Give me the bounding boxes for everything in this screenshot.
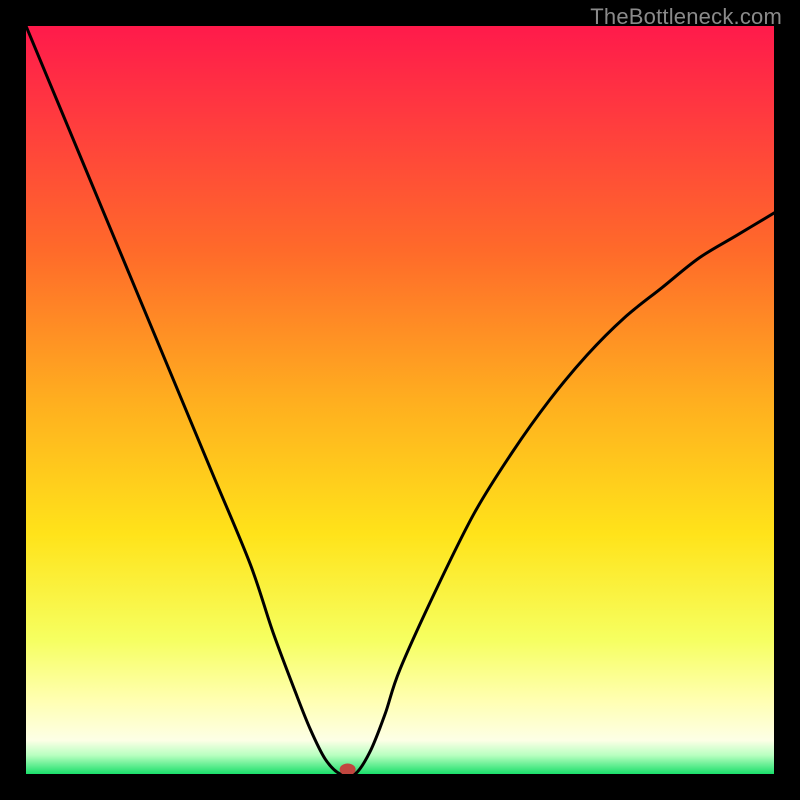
- bottleneck-chart: [26, 26, 774, 774]
- outer-frame: TheBottleneck.com: [0, 0, 800, 800]
- plot-area: [26, 26, 774, 774]
- gradient-background: [26, 26, 774, 774]
